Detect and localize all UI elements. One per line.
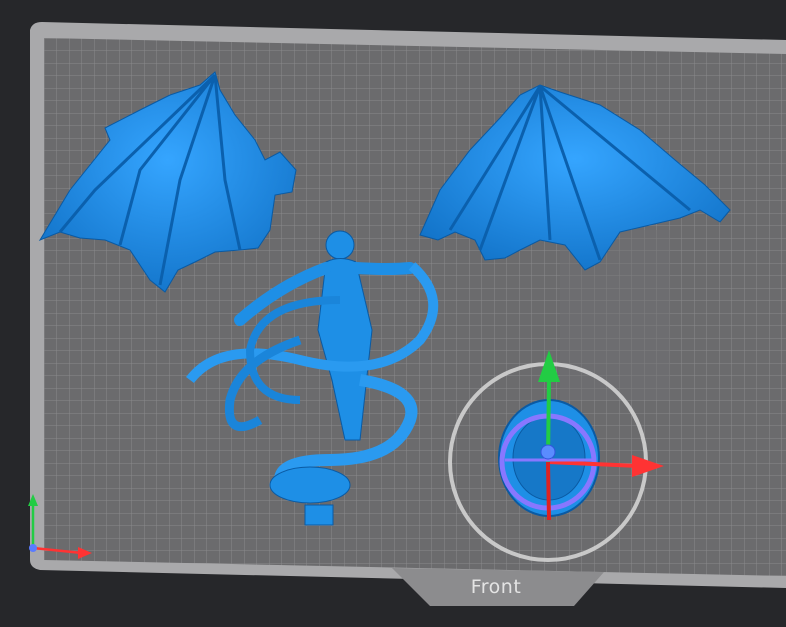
front-tab (392, 568, 604, 606)
z-axis-handle[interactable] (546, 461, 551, 521)
scene-svg[interactable] (0, 0, 786, 627)
gizmo-center[interactable] (540, 444, 556, 460)
3d-viewport[interactable]: Front (0, 0, 786, 627)
